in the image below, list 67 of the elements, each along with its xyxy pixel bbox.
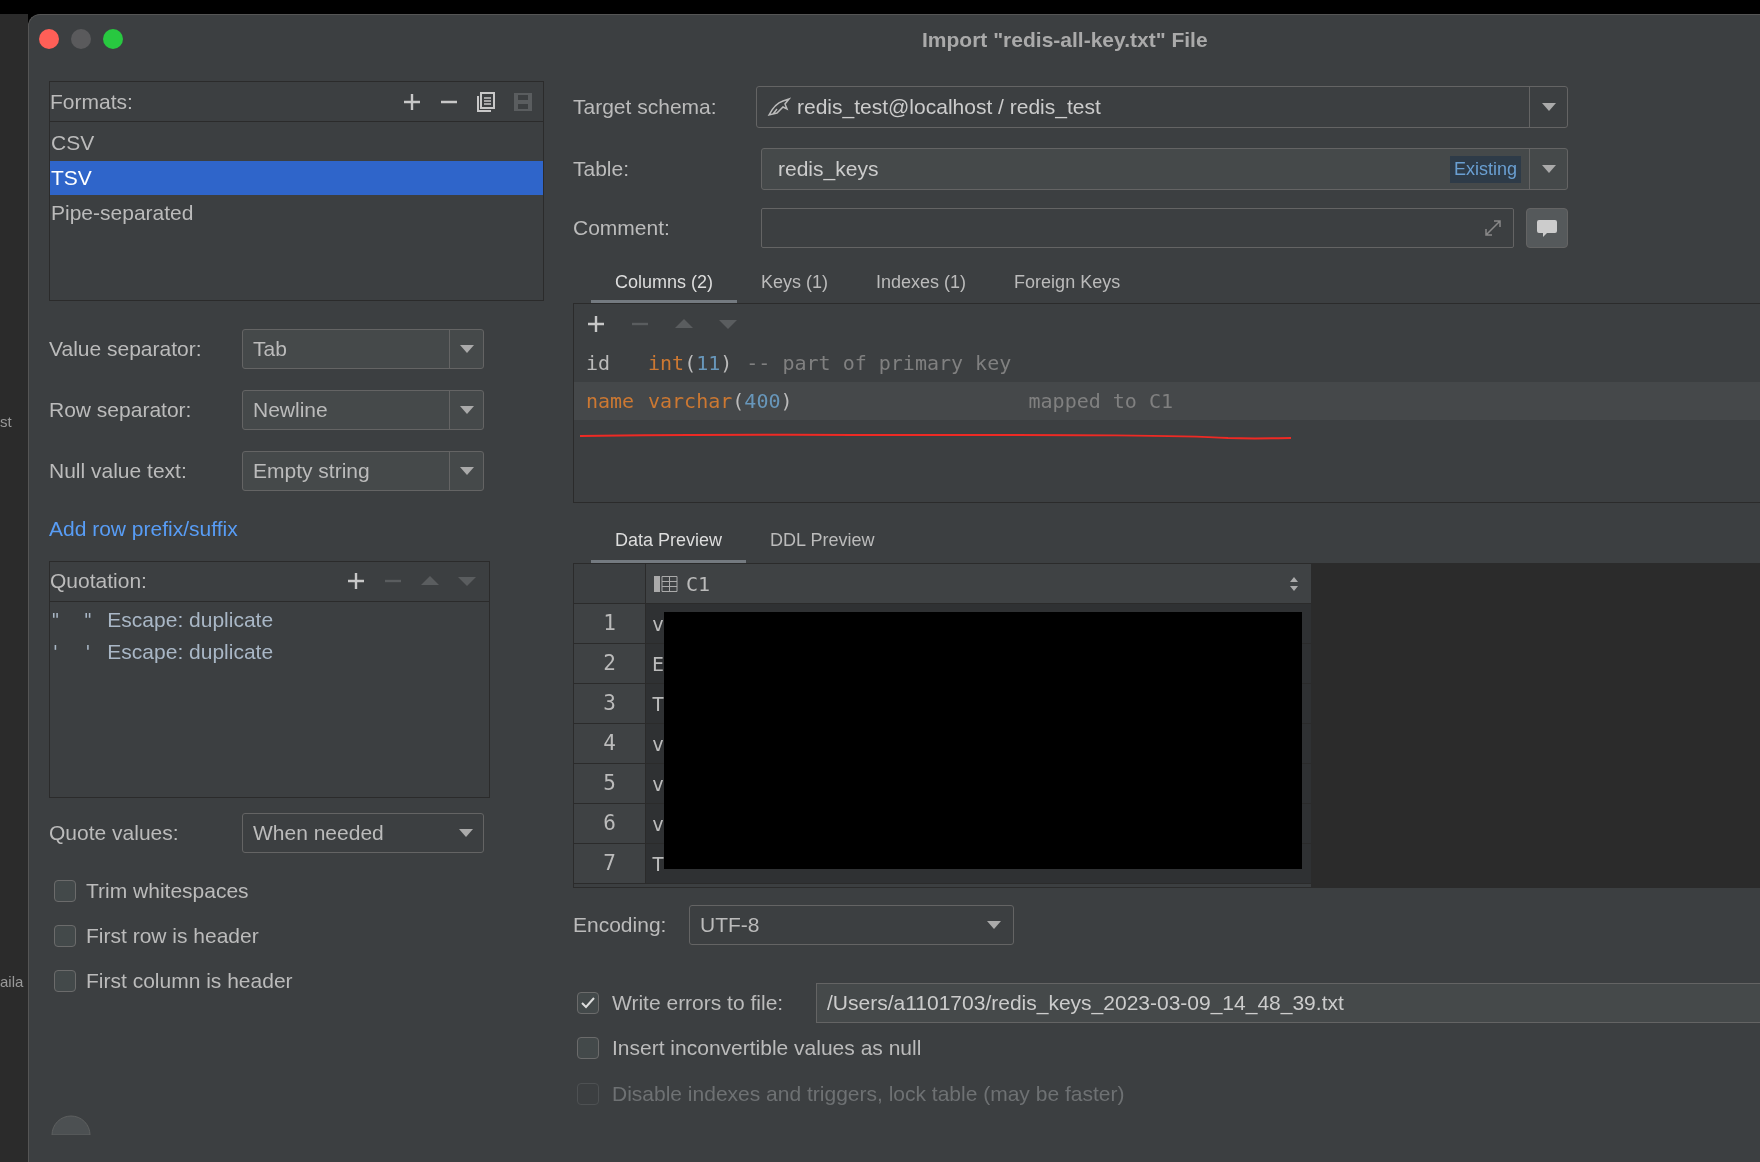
dropdown[interactable]: Newline xyxy=(242,390,484,430)
checkbox-label: Trim whitespaces xyxy=(86,877,249,904)
column-row[interactable]: name varchar(400) mapped to C1 xyxy=(574,382,1760,420)
comment-button[interactable] xyxy=(1526,208,1568,248)
add-row-link[interactable]: Add row prefix/suffix xyxy=(49,513,238,545)
field-label: Value separator: xyxy=(49,336,203,363)
tab[interactable]: Keys (1) xyxy=(737,265,853,303)
window-title: Import "redis-all-key.txt" File xyxy=(922,27,1208,53)
format-item[interactable]: CSV xyxy=(50,126,543,160)
column-row[interactable]: id int(11) -- part of primary key xyxy=(574,344,1760,382)
checkbox[interactable] xyxy=(54,924,76,947)
checkbox[interactable] xyxy=(54,969,76,992)
table-column-icon xyxy=(654,573,678,594)
field-label: Row separator: xyxy=(49,397,193,424)
sort-icon[interactable] xyxy=(1289,575,1299,592)
quote-values-dropdown[interactable]: When needed xyxy=(242,812,484,853)
check-icon xyxy=(580,996,596,1010)
checkbox[interactable] xyxy=(54,879,76,902)
dropdown-arrow-icon xyxy=(459,828,473,837)
dropdown-arrow-icon xyxy=(987,921,1001,929)
speech-bubble-icon xyxy=(1536,218,1558,238)
dropdown[interactable]: Tab xyxy=(242,329,484,369)
checkbox[interactable] xyxy=(577,1037,599,1059)
format-item[interactable]: TSV xyxy=(50,161,543,195)
close-button[interactable] xyxy=(39,29,59,49)
table-dropdown[interactable]: redis_keys Existing xyxy=(761,148,1568,190)
zoom-button[interactable] xyxy=(103,29,123,49)
checkbox-label: First row is header xyxy=(86,922,259,949)
help-icon[interactable] xyxy=(51,1114,91,1135)
checkbox[interactable] xyxy=(577,992,599,1014)
minimize-button[interactable] xyxy=(71,29,91,49)
target-schema-dropdown[interactable]: redis_test@localhost / redis_test xyxy=(756,86,1568,128)
background-text: aila xyxy=(0,974,25,989)
quotation-item[interactable]: " " Escape: duplicate xyxy=(50,605,489,634)
field-label: Null value text: xyxy=(49,458,188,485)
dropdown-arrow-icon xyxy=(459,345,474,353)
dropdown-arrow-icon xyxy=(1541,103,1556,111)
plus-icon[interactable] xyxy=(402,91,422,112)
dropdown-arrow-icon xyxy=(1541,165,1556,173)
checkbox-label: Write errors to file: xyxy=(612,990,785,1017)
expand-icon[interactable] xyxy=(1483,218,1503,238)
plus-icon[interactable] xyxy=(346,571,366,591)
tab[interactable]: Columns (2) xyxy=(591,265,738,303)
tab[interactable]: Foreign Keys xyxy=(990,265,1145,303)
copy-icon[interactable] xyxy=(476,91,496,112)
dropdown[interactable]: Empty string xyxy=(242,451,484,491)
field-label: Table: xyxy=(573,156,631,183)
panel-label: Formats: xyxy=(50,88,134,115)
tab[interactable]: Indexes (1) xyxy=(852,265,991,303)
quotation-item[interactable]: ' ' Escape: duplicate xyxy=(50,637,489,666)
encoding-dropdown[interactable]: UTF-8 xyxy=(689,905,1014,945)
panel-label: Quotation: xyxy=(50,568,148,595)
dropdown-arrow-icon xyxy=(459,467,474,475)
plus-icon[interactable] xyxy=(586,314,606,334)
checkbox-label: Insert inconvertible values as null xyxy=(612,1035,922,1062)
checkbox-label: First column is header xyxy=(86,967,293,994)
existing-badge: Existing xyxy=(1449,155,1521,183)
field-label: Comment: xyxy=(573,215,671,242)
format-item[interactable]: Pipe-separated xyxy=(50,196,543,230)
background-text: st xyxy=(0,414,13,429)
error-file-field[interactable]: /Users/a1101703/redis_keys_2023-03-09_14_48_39.txt xyxy=(816,983,1760,1023)
field-label: Target schema: xyxy=(573,94,718,121)
tab[interactable]: DDL Preview xyxy=(746,520,899,563)
field-label: Encoding: xyxy=(573,912,668,939)
comment-field[interactable] xyxy=(761,208,1514,248)
field-label: Quote values: xyxy=(49,819,180,846)
dropdown-arrow-icon xyxy=(459,406,474,414)
